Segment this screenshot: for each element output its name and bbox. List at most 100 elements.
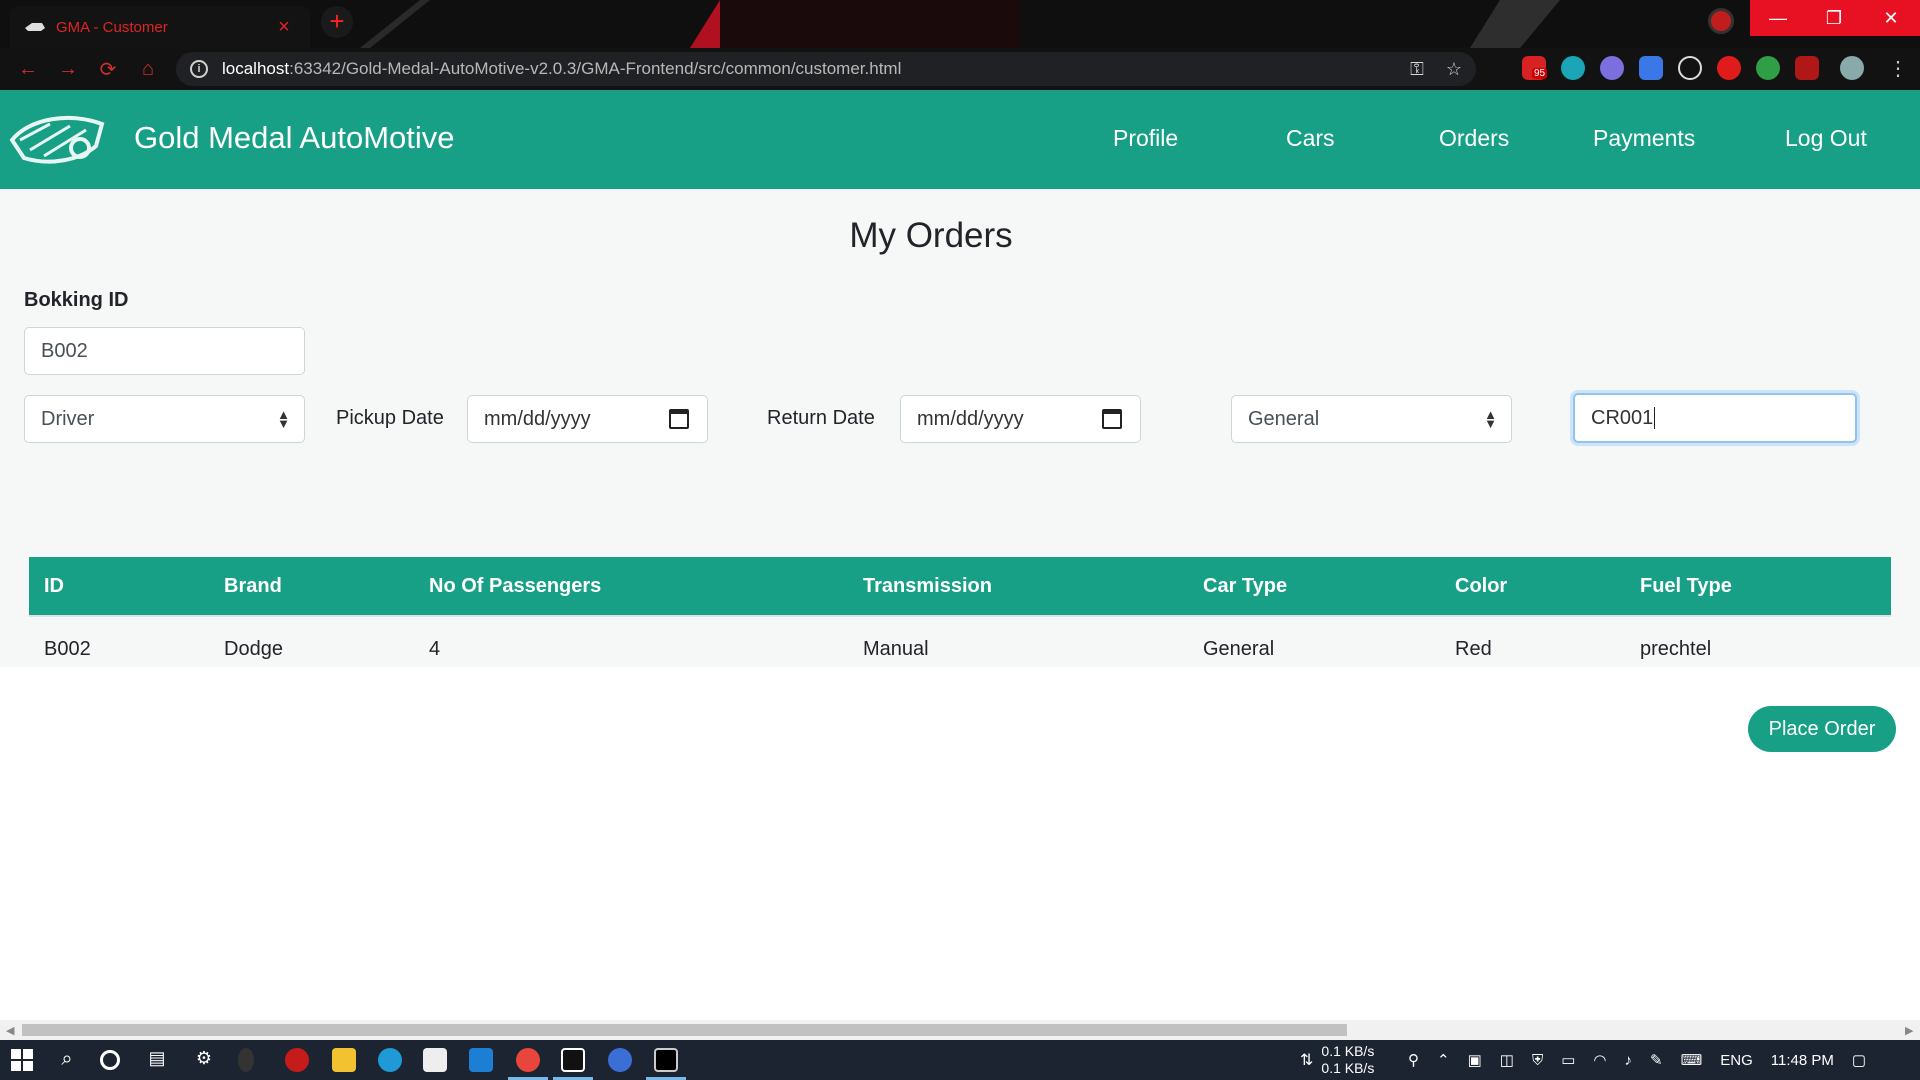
settings-gear-icon[interactable]: ⚙ (192, 1048, 216, 1072)
car-type-select[interactable]: General ▲ ▼ (1231, 395, 1512, 443)
keyboard-icon[interactable]: ⌨ (1681, 1051, 1703, 1069)
brand-name[interactable]: Gold Medal AutoMotive (134, 120, 455, 156)
edge-browser-icon[interactable] (378, 1048, 402, 1072)
pickup-date-input[interactable]: mm/dd/yyyy (467, 395, 708, 443)
red-app-icon[interactable] (285, 1048, 309, 1072)
mail-icon[interactable] (469, 1048, 493, 1072)
profile-avatar[interactable] (1840, 56, 1864, 80)
extension-hand-icon[interactable] (1717, 56, 1741, 80)
return-date-placeholder: mm/dd/yyyy (917, 407, 1024, 430)
col-id: ID (29, 557, 209, 617)
pickup-date-label: Pickup Date (336, 407, 444, 429)
minimize-button[interactable]: — (1750, 0, 1806, 36)
cell-brand: Dodge (224, 638, 283, 660)
nav-orders[interactable]: Orders (1439, 125, 1509, 152)
gmail-extension-icon[interactable]: 95 (1522, 56, 1548, 80)
intellij-icon[interactable] (561, 1048, 585, 1072)
nav-logout[interactable]: Log Out (1785, 125, 1867, 152)
bookmark-star-icon[interactable]: ☆ (1446, 59, 1462, 80)
terminal-icon[interactable] (654, 1048, 678, 1072)
close-window-button[interactable]: ✕ (1862, 0, 1920, 36)
battery-icon[interactable]: ▭ (1561, 1051, 1575, 1069)
nav-cars[interactable]: Cars (1286, 125, 1335, 152)
react-extension-icon[interactable] (1678, 56, 1702, 80)
clock[interactable]: 11:48 PM (1771, 1052, 1834, 1069)
site-info-icon[interactable]: i (190, 60, 208, 78)
cell-car-type: General (1203, 638, 1275, 660)
col-fuel-type: Fuel Type (1625, 557, 1891, 617)
new-tab-button[interactable]: + (321, 6, 353, 38)
horizontal-scrollbar[interactable]: ◀ ▶ (0, 1020, 1920, 1040)
pen-icon[interactable]: ✎ (1650, 1051, 1663, 1069)
driver-select[interactable]: Driver ▲ ▼ (24, 395, 305, 443)
extensions-puzzle-icon[interactable] (1795, 56, 1819, 80)
translate-extension-icon[interactable] (1639, 56, 1663, 80)
scroll-left-icon[interactable]: ◀ (6, 1024, 14, 1037)
browser-tab-bar: GMA - Customer × + — ❐ ✕ (0, 0, 1920, 48)
cortana-icon[interactable] (100, 1050, 120, 1070)
col-passengers: No Of Passengers (414, 557, 848, 617)
record-icon[interactable] (1708, 8, 1734, 34)
tab-title: GMA - Customer (56, 18, 168, 36)
car-id-value: CR001 (1591, 406, 1654, 429)
col-color: Color (1440, 557, 1625, 617)
col-brand: Brand (209, 557, 414, 617)
camera-icon[interactable]: ◫ (1500, 1051, 1514, 1069)
forward-arrow-icon[interactable]: → (48, 52, 88, 86)
text-caret (1654, 407, 1656, 429)
windows-start-icon[interactable] (10, 1048, 34, 1072)
back-arrow-icon[interactable]: ← (8, 52, 48, 86)
cell-id: B002 (44, 638, 91, 660)
volume-icon[interactable]: ♪ (1625, 1052, 1633, 1069)
people-icon[interactable]: ⚲ (1408, 1051, 1419, 1069)
browser-menu-icon[interactable]: ⋮ (1888, 56, 1908, 81)
extension-drop-icon[interactable] (1600, 56, 1624, 80)
file-explorer-icon[interactable] (332, 1048, 356, 1072)
place-order-button[interactable]: Place Order (1748, 706, 1896, 752)
driver-select-value: Driver (41, 407, 95, 430)
orders-section: My Orders Bokking ID B002 Driver ▲ ▼ Pick… (0, 189, 1920, 667)
select-arrows-icon: ▲ ▼ (277, 407, 290, 431)
car-id-input[interactable]: CR001 (1573, 393, 1857, 443)
extension-color-icon[interactable] (1756, 56, 1780, 80)
notifications-icon[interactable]: ▢ (1852, 1051, 1866, 1069)
car-logo-icon (25, 23, 45, 31)
chrome-icon[interactable] (516, 1048, 540, 1072)
address-bar[interactable]: i localhost:63342/Gold-Medal-AutoMotive-… (176, 52, 1476, 86)
nav-payments[interactable]: Payments (1593, 125, 1695, 152)
calendar-icon[interactable] (1102, 409, 1122, 429)
scroll-right-icon[interactable]: ▶ (1905, 1024, 1913, 1037)
security-shield-icon[interactable]: ⛨ (1532, 1052, 1543, 1069)
col-transmission: Transmission (848, 557, 1188, 617)
search-icon[interactable]: ⌕ (55, 1048, 79, 1072)
store-icon[interactable] (423, 1048, 447, 1072)
system-tray: ⚲ ⌃ ▣ ◫ ⛨ ▭ ◠ ♪ ✎ ⌨ ENG 11:48 PM ▢ (1408, 1040, 1866, 1080)
car-logo-icon[interactable] (10, 110, 106, 168)
browser-toolbar: ← → ⟳ ⌂ i localhost:63342/Gold-Medal-Aut… (0, 48, 1920, 90)
net-down-speed: 0.1 KB/s (1321, 1043, 1375, 1059)
calendar-icon[interactable] (669, 409, 689, 429)
close-tab-icon[interactable]: × (272, 16, 296, 39)
reload-icon[interactable]: ⟳ (88, 52, 128, 86)
task-view-icon[interactable]: ▤ (145, 1048, 169, 1072)
home-icon[interactable]: ⌂ (128, 52, 168, 86)
blue-app-icon[interactable] (608, 1048, 632, 1072)
scrollbar-thumb[interactable] (22, 1024, 1347, 1036)
booking-id-input[interactable]: B002 (24, 327, 305, 375)
cell-color: Red (1455, 638, 1492, 660)
table-row[interactable]: B002 Dodge 4 Manual General Red prechtel (29, 616, 1891, 682)
mouse-app-icon[interactable] (238, 1048, 254, 1072)
network-speed: ⇅ 0.1 KB/s 0.1 KB/s (1300, 1040, 1374, 1080)
return-date-input[interactable]: mm/dd/yyyy (900, 395, 1141, 443)
tray-app-icon[interactable]: ▣ (1468, 1051, 1482, 1069)
tray-chevron-icon[interactable]: ⌃ (1437, 1051, 1450, 1069)
extension-m-icon[interactable] (1561, 56, 1585, 80)
transfer-arrows-icon: ⇅ (1300, 1052, 1314, 1069)
key-icon[interactable]: ⚿ (1410, 59, 1424, 80)
browser-tab[interactable]: GMA - Customer × (10, 6, 310, 48)
page-title: My Orders (849, 216, 1013, 255)
language-indicator[interactable]: ENG (1720, 1052, 1753, 1069)
wifi-icon[interactable]: ◠ (1593, 1051, 1606, 1069)
restore-button[interactable]: ❐ (1806, 0, 1862, 36)
nav-profile[interactable]: Profile (1113, 125, 1178, 152)
